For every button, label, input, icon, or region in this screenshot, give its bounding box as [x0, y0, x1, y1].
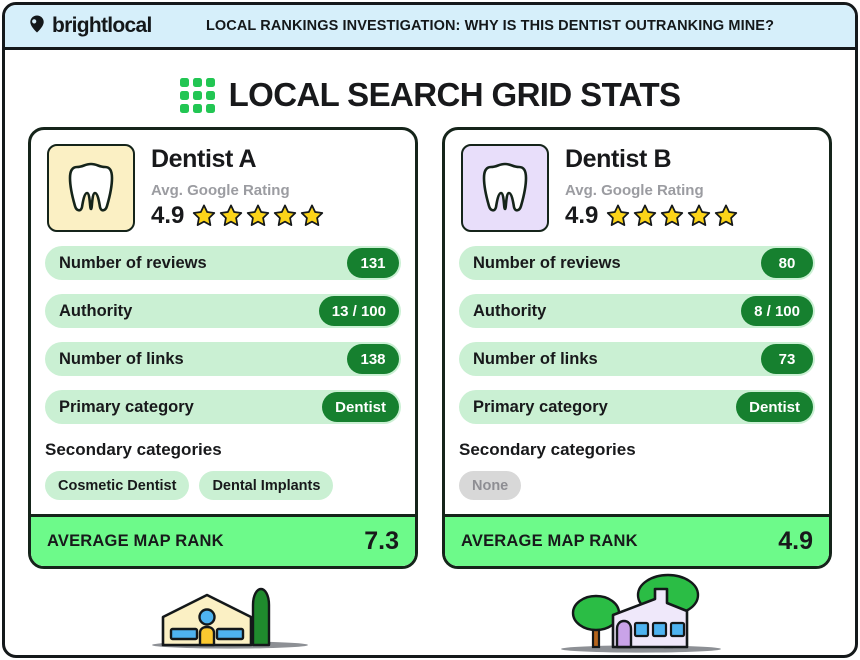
stat-row: Authority 13 / 100: [45, 294, 401, 328]
dentist-card-b: Dentist B Avg. Google Rating 4.9 Number …: [442, 127, 832, 569]
page-title: LOCAL SEARCH GRID STATS: [228, 76, 681, 113]
stat-value-badge: Dentist: [322, 392, 399, 422]
average-map-rank-footer-a: AVERAGE MAP RANK 7.3: [31, 514, 415, 566]
stat-row: Number of links 73: [459, 342, 815, 376]
map-pin-icon: [27, 14, 47, 39]
stat-value-badge: 131: [347, 248, 399, 278]
infographic-frame: brightlocal LOCAL RANKINGS INVESTIGATION…: [2, 2, 858, 658]
dentist-name: Dentist B: [565, 145, 672, 173]
category-tag-none: None: [459, 471, 522, 500]
grid-dots-icon: [179, 77, 215, 113]
footer-label: AVERAGE MAP RANK: [461, 532, 638, 550]
rating-row: 4.9: [565, 202, 739, 230]
stat-row: Primary category Dentist: [459, 390, 815, 424]
card-header-b: Dentist B Avg. Google Rating 4.9: [445, 130, 829, 240]
stat-value-badge: Dentist: [736, 392, 813, 422]
stat-label: Number of links: [473, 349, 598, 368]
star-rating-icons: [605, 203, 739, 229]
stat-label: Primary category: [59, 397, 194, 416]
card-info-a: Dentist A Avg. Google Rating 4.9: [151, 144, 325, 232]
logo-wordmark: brightlocal: [52, 14, 152, 37]
secondary-categories-title: Secondary categories: [45, 440, 222, 459]
stat-value-badge: 80: [761, 248, 813, 278]
stat-label: Authority: [473, 301, 547, 320]
tooth-icon-box-a: [47, 144, 135, 232]
rating-label: Avg. Google Rating: [151, 181, 290, 199]
footer-value: 4.9: [778, 527, 813, 555]
header-banner: brightlocal LOCAL RANKINGS INVESTIGATION…: [5, 5, 855, 50]
tooth-icon-box-b: [461, 144, 549, 232]
page-title-row: LOCAL SEARCH GRID STATS: [5, 65, 855, 125]
dentist-name: Dentist A: [151, 145, 257, 173]
dentist-card-a: Dentist A Avg. Google Rating 4.9 Number …: [28, 127, 418, 569]
building-with-round-trees-illustration: [561, 573, 721, 653]
stat-value-badge: 138: [347, 344, 399, 374]
secondary-categories-list-b: None: [445, 460, 829, 504]
stat-row: Number of reviews 131: [45, 246, 401, 280]
stat-label: Authority: [59, 301, 133, 320]
stats-list-a: Number of reviews 131 Authority 13 / 100…: [31, 240, 415, 424]
stat-label: Number of reviews: [473, 253, 621, 272]
stat-label: Number of links: [59, 349, 184, 368]
stat-value-badge: 73: [761, 344, 813, 374]
stat-value-badge: 13 / 100: [318, 296, 399, 326]
stat-row: Number of reviews 80: [459, 246, 815, 280]
category-tag: Cosmetic Dentist: [45, 471, 190, 500]
card-info-b: Dentist B Avg. Google Rating 4.9: [565, 144, 739, 232]
secondary-categories-title: Secondary categories: [459, 440, 636, 459]
stat-label: Primary category: [473, 397, 608, 416]
rating-row: 4.9: [151, 202, 325, 230]
star-rating-icons: [191, 203, 325, 229]
secondary-categories-list-a: Cosmetic Dentist Dental Implants: [31, 460, 415, 504]
rating-value: 4.9: [151, 201, 185, 229]
rating-label: Avg. Google Rating: [565, 181, 704, 199]
stat-row: Authority 8 / 100: [459, 294, 815, 328]
stat-value-badge: 8 / 100: [741, 296, 813, 326]
category-tag: Dental Implants: [199, 471, 334, 500]
stats-list-b: Number of reviews 80 Authority 8 / 100 N…: [445, 240, 829, 424]
stat-row: Number of links 138: [45, 342, 401, 376]
average-map-rank-footer-b: AVERAGE MAP RANK 4.9: [445, 514, 829, 566]
building-with-conifer-tree-illustration: [152, 587, 308, 649]
illustrations-row: [5, 573, 855, 655]
footer-value: 7.3: [364, 527, 399, 555]
stat-label: Number of reviews: [59, 253, 207, 272]
stat-row: Primary category Dentist: [45, 390, 401, 424]
cards-container: Dentist A Avg. Google Rating 4.9 Number …: [5, 127, 855, 569]
rating-value: 4.9: [565, 201, 599, 229]
tooth-icon: [482, 162, 528, 212]
tooth-icon: [68, 162, 114, 212]
brightlocal-logo: brightlocal: [27, 14, 152, 39]
footer-label: AVERAGE MAP RANK: [47, 532, 224, 550]
card-header-a: Dentist A Avg. Google Rating 4.9: [31, 130, 415, 240]
